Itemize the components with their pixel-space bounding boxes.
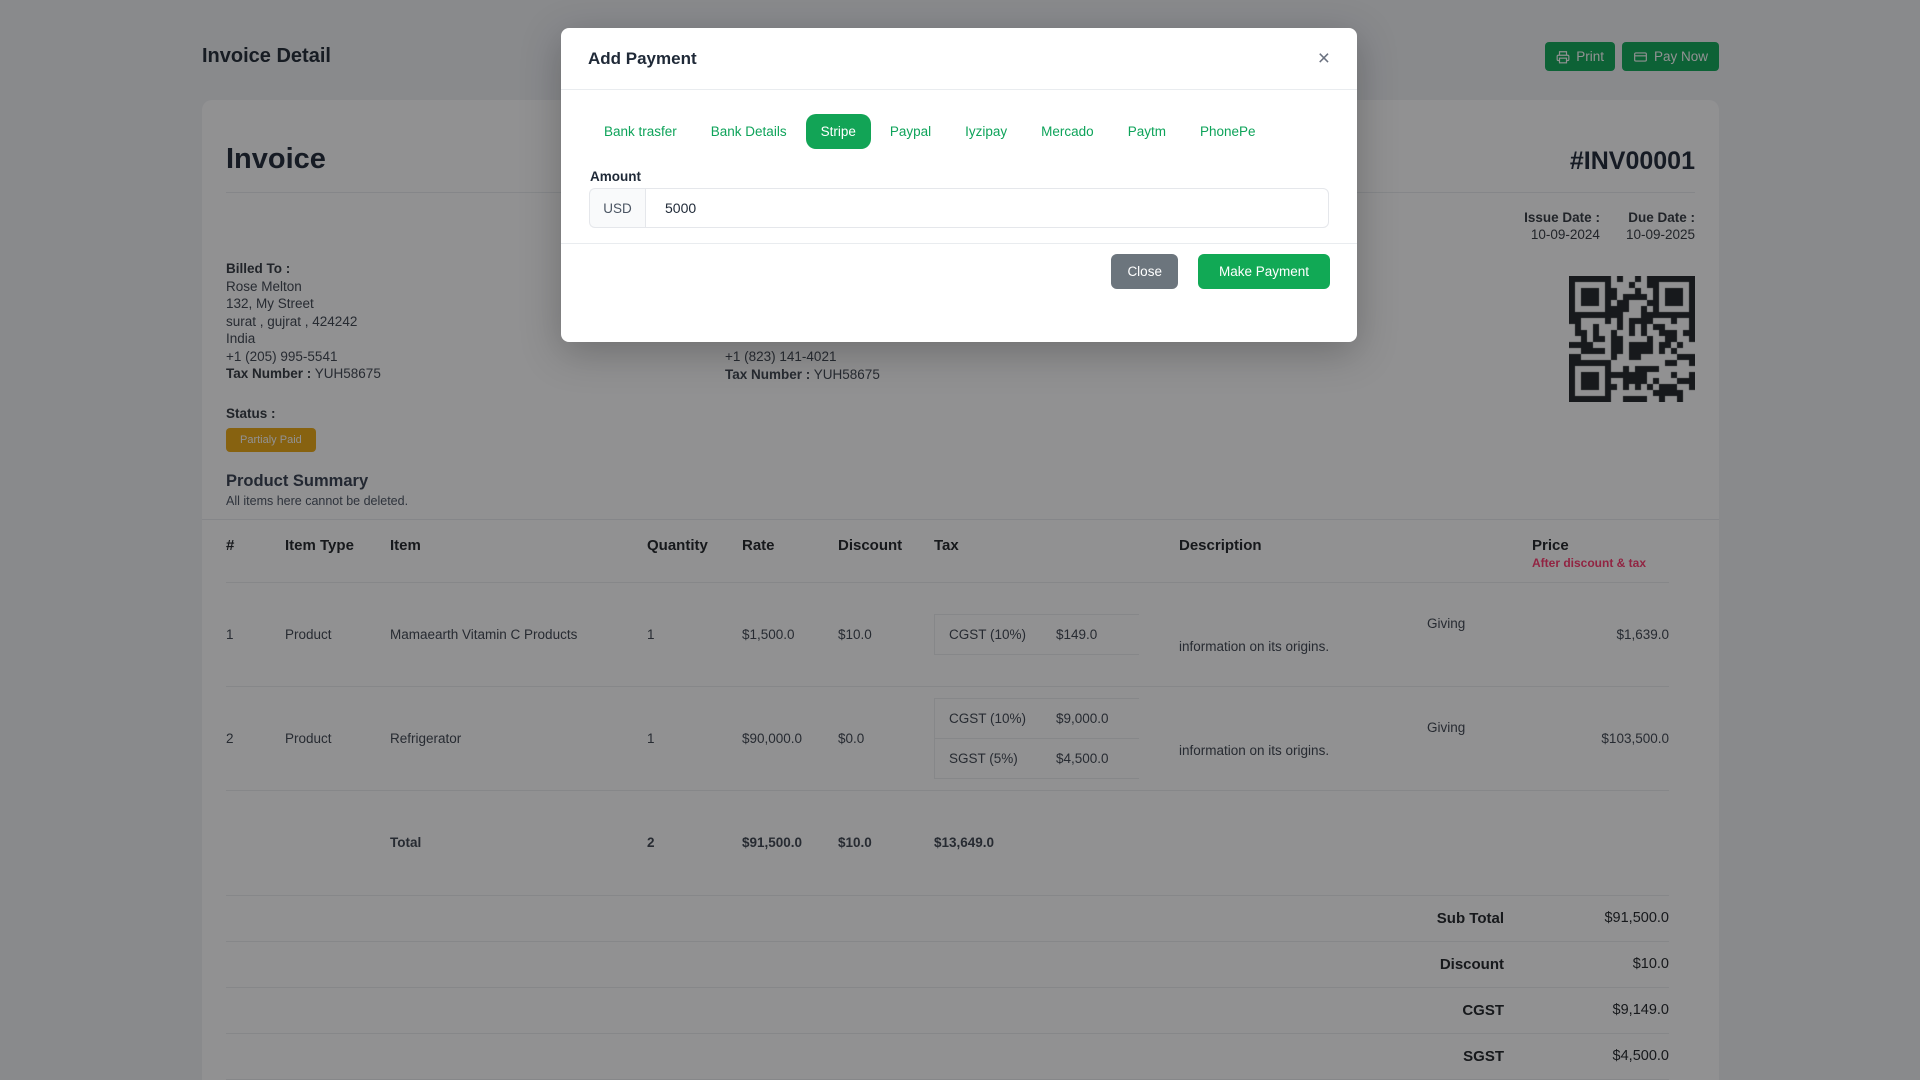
modal-title: Add Payment <box>588 48 697 68</box>
payment-tab-iyzipay[interactable]: Iyzipay <box>950 114 1022 149</box>
invoice-detail-page: Invoice Detail Print Pay Now Invoice #IN… <box>0 0 1920 1080</box>
modal-close-button[interactable]: Close <box>1111 254 1178 289</box>
close-icon[interactable]: × <box>1318 48 1330 69</box>
payment-tab-phonepe[interactable]: PhonePe <box>1185 114 1271 149</box>
payment-tab-bank-trasfer[interactable]: Bank trasfer <box>589 114 692 149</box>
add-payment-modal: Add Payment × Bank trasfer Bank Details St… <box>561 28 1357 342</box>
make-payment-button[interactable]: Make Payment <box>1197 254 1330 289</box>
payment-tab-paypal[interactable]: Paypal <box>875 114 946 149</box>
currency-addon: USD <box>589 188 645 228</box>
payment-method-tabs: Bank trasfer Bank Details Stripe Paypal Iyzi… <box>589 114 1271 149</box>
payment-tab-paytm[interactable]: Paytm <box>1113 114 1181 149</box>
modal-footer: Close Make Payment <box>561 243 1357 289</box>
payment-tab-bank-details[interactable]: Bank Details <box>696 114 802 149</box>
amount-input-group: USD <box>589 188 1329 228</box>
modal-header: Add Payment × <box>561 28 1357 90</box>
payment-tab-mercado[interactable]: Mercado <box>1026 114 1109 149</box>
amount-input[interactable] <box>645 188 1329 228</box>
payment-tab-stripe[interactable]: Stripe <box>805 114 871 149</box>
amount-label: Amount <box>590 169 641 184</box>
